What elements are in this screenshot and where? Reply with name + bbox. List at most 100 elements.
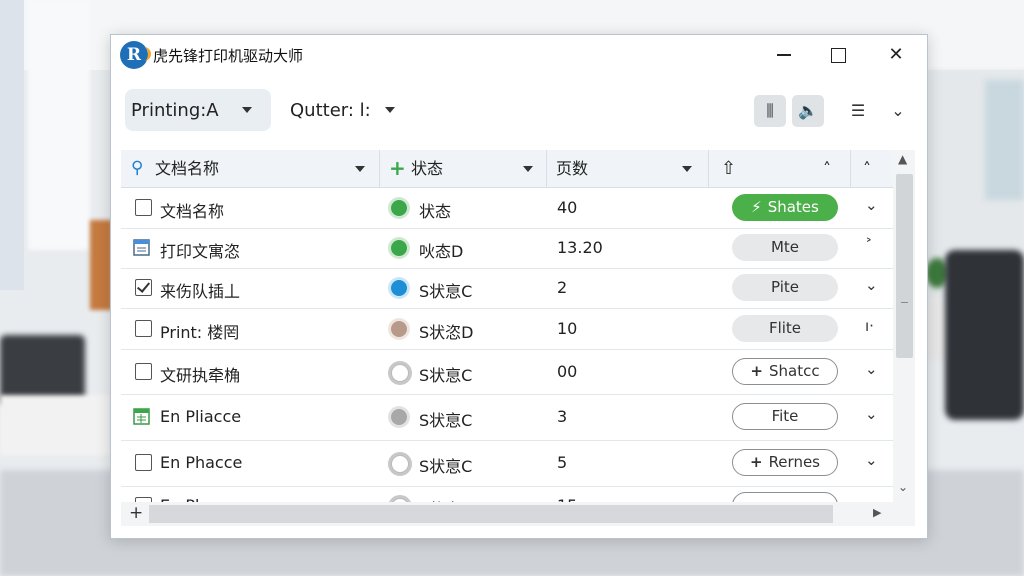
scroll-right-icon[interactable]: ▶: [873, 506, 881, 519]
table-row[interactable]: En PhacceS状恴D15: [121, 486, 893, 502]
document-name: En Phacce: [160, 453, 243, 472]
chevron-down-icon: [385, 107, 395, 113]
row-action-button[interactable]: Pite: [732, 274, 838, 301]
document-name: 文研执牵桷: [160, 366, 241, 385]
row-action-label: Pite: [771, 278, 799, 296]
row-expand-icon[interactable]: ⌄: [865, 451, 878, 469]
column-header-actions[interactable]: ⇧: [721, 150, 736, 187]
horizontal-scrollbar[interactable]: + ▶: [121, 502, 915, 526]
page-count: 2: [557, 278, 568, 297]
row-action-button[interactable]: + Shatcc: [732, 358, 838, 385]
app-window: R 虎先锋打印机驱动大师 ✕ Printing:A Qutter: l: ⫼ 🔈…: [110, 34, 928, 539]
chevron-up-icon[interactable]: ˄: [823, 150, 831, 187]
table-row[interactable]: En Pliacce S状恴C 3 Fite ⌄: [121, 394, 893, 441]
row-checkbox[interactable]: [135, 363, 152, 380]
document-name: 打印文寓恣: [160, 242, 241, 261]
queue-select[interactable]: Qutter: l:: [287, 89, 405, 131]
toolbar: Printing:A Qutter: l: ⫼ 🔈 ☰ ⌄: [111, 75, 927, 147]
row-action-label: Fite: [771, 407, 799, 425]
minimize-button[interactable]: [762, 35, 806, 75]
status-text: 吙态D: [419, 242, 464, 261]
maximize-button[interactable]: [816, 35, 860, 75]
column-header-name-label: 文档名称: [155, 159, 220, 178]
table-row[interactable]: En Phacce S状恴C 5 + Rernes ⌄: [121, 440, 893, 487]
page-count: 10: [557, 319, 578, 338]
speaker-icon[interactable]: 🔈: [792, 95, 824, 127]
window-title: 虎先锋打印机驱动大师: [153, 47, 304, 65]
document-name: 来伤队插丄: [160, 282, 241, 301]
table-row[interactable]: 打印文寓恣 吙态D 13.20 Mte ˃: [121, 228, 893, 269]
plus-icon: +: [750, 362, 763, 380]
column-header-pages[interactable]: 页数: [556, 150, 692, 187]
page-count: 40: [557, 198, 578, 217]
plus-icon: +: [749, 453, 763, 471]
scroll-up-icon[interactable]: ▲: [898, 152, 907, 166]
lightning-icon: ⚡: [751, 198, 762, 216]
row-action-label: Mte: [770, 238, 800, 256]
table-row[interactable]: 来伤队插丄 S状恴C 2 Pite ⌄: [121, 268, 893, 309]
column-header-status[interactable]: 状态: [411, 150, 533, 187]
table-row[interactable]: 文研执牵桷 S状恴C 00 + Shatcc ⌄: [121, 349, 893, 395]
scroll-grip-icon: [901, 302, 908, 303]
row-checkbox[interactable]: [135, 454, 152, 471]
add-status-icon[interactable]: +: [389, 150, 406, 187]
page-count: 13.20: [557, 238, 603, 257]
status-text: S状恴C: [419, 282, 473, 301]
row-expand-icon[interactable]: ⌄: [865, 276, 878, 294]
columns-icon[interactable]: ⫼: [754, 95, 786, 127]
status-text: 状态: [419, 202, 452, 221]
row-expand-icon[interactable]: ⌄: [865, 196, 878, 214]
maximize-icon: [830, 47, 846, 63]
row-action-label: Shatcc: [768, 362, 820, 380]
row-action-button[interactable]: Fite: [732, 403, 838, 430]
row-checkbox[interactable]: [135, 279, 152, 296]
title-bar[interactable]: R 虎先锋打印机驱动大师 ✕: [111, 35, 927, 75]
row-action-label: Shates: [767, 198, 819, 216]
document-name: En Pliacce: [160, 407, 242, 426]
page-count: 3: [557, 407, 568, 426]
pin-icon[interactable]: ⚲: [131, 150, 151, 187]
document-name: 文档名称: [160, 202, 225, 221]
printer-select-label: Printing:A: [131, 100, 219, 121]
printer-select[interactable]: Printing:A: [125, 89, 271, 131]
row-checkbox[interactable]: [135, 199, 152, 216]
scroll-down-icon[interactable]: ⌄: [898, 480, 908, 494]
scroll-thumb[interactable]: [896, 174, 913, 358]
status-text: S状恴C: [419, 366, 473, 385]
row-expand-icon[interactable]: ⌄: [865, 360, 878, 378]
collapse-icon[interactable]: ˄: [863, 150, 871, 187]
page-count: 5: [557, 453, 568, 472]
list-icon[interactable]: ☰: [842, 95, 874, 127]
row-action-button[interactable]: Mte: [732, 234, 838, 261]
status-text: S状恣D: [419, 323, 474, 342]
document-icon: [133, 239, 150, 256]
status-dot-icon: [391, 409, 407, 425]
status-dot-icon: [391, 455, 409, 473]
row-checkbox[interactable]: [135, 320, 152, 337]
table-row[interactable]: 文档名称 状态 40 ⚡ Shates ⌄: [121, 188, 893, 229]
row-expand-icon[interactable]: ı·: [865, 317, 874, 335]
add-icon[interactable]: +: [129, 503, 143, 523]
status-dot-icon: [391, 280, 407, 296]
print-queue-table: ⚲ 文档名称 + 状态 页数 ⇧ ˄ ˄ 文档名称 状态 40 ⚡ Shates ⌄ 打印文…: [121, 150, 893, 502]
row-expand-icon[interactable]: ˃: [865, 236, 873, 254]
chevron-down-icon[interactable]: ⌄: [882, 95, 914, 127]
row-action-button[interactable]: [732, 492, 838, 502]
row-action-button[interactable]: ⚡ Shates: [732, 194, 838, 221]
row-action-label: Rernes: [768, 453, 820, 471]
row-action-button[interactable]: Flite: [732, 315, 838, 342]
vertical-scrollbar[interactable]: ▲ ⌄: [893, 150, 915, 502]
close-icon: ✕: [888, 44, 904, 65]
chevron-down-icon: [355, 166, 365, 172]
table-row[interactable]: Print: 楼罔 S状恣D 10 Flite ı·: [121, 308, 893, 350]
queue-select-label: Qutter: l:: [290, 100, 371, 121]
row-expand-icon[interactable]: ⌄: [865, 405, 878, 423]
column-header-name[interactable]: 文档名称: [155, 150, 365, 187]
scroll-thumb[interactable]: [149, 505, 833, 523]
row-action-button[interactable]: + Rernes: [732, 449, 838, 476]
close-button[interactable]: ✕: [874, 35, 918, 75]
status-text: S状恴C: [419, 411, 473, 430]
column-header-pages-label: 页数: [556, 159, 589, 178]
chevron-down-icon: [242, 107, 252, 113]
status-text: S状恴C: [419, 457, 473, 476]
